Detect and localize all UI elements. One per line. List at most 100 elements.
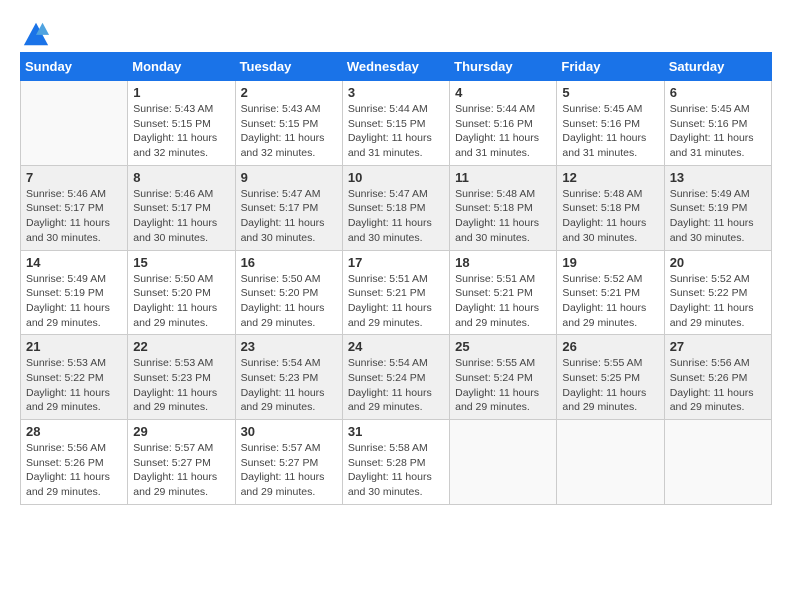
calendar-cell: 16 Sunrise: 5:50 AMSunset: 5:20 PMDayligh… <box>235 250 342 335</box>
day-number: 19 <box>562 255 658 270</box>
calendar-cell <box>450 420 557 505</box>
day-number: 28 <box>26 424 122 439</box>
day-info: Sunrise: 5:48 AMSunset: 5:18 PMDaylight:… <box>455 187 551 246</box>
calendar-cell: 6 Sunrise: 5:45 AMSunset: 5:16 PMDaylight… <box>664 81 771 166</box>
day-number: 26 <box>562 339 658 354</box>
day-info: Sunrise: 5:45 AMSunset: 5:16 PMDaylight:… <box>670 102 766 161</box>
calendar-cell: 12 Sunrise: 5:48 AMSunset: 5:18 PMDayligh… <box>557 165 664 250</box>
day-info: Sunrise: 5:56 AMSunset: 5:26 PMDaylight:… <box>26 441 122 500</box>
day-info: Sunrise: 5:53 AMSunset: 5:23 PMDaylight:… <box>133 356 229 415</box>
day-info: Sunrise: 5:50 AMSunset: 5:20 PMDaylight:… <box>241 272 337 331</box>
calendar-week-row: 28 Sunrise: 5:56 AMSunset: 5:26 PMDayligh… <box>21 420 772 505</box>
day-info: Sunrise: 5:52 AMSunset: 5:22 PMDaylight:… <box>670 272 766 331</box>
weekday-header: Monday <box>128 53 235 81</box>
weekday-header: Wednesday <box>342 53 449 81</box>
day-number: 12 <box>562 170 658 185</box>
calendar-week-row: 1 Sunrise: 5:43 AMSunset: 5:15 PMDaylight… <box>21 81 772 166</box>
calendar-cell: 4 Sunrise: 5:44 AMSunset: 5:16 PMDaylight… <box>450 81 557 166</box>
day-number: 15 <box>133 255 229 270</box>
calendar-cell: 25Sunrise: 5:55 AMSunset: 5:24 PMDayligh… <box>450 335 557 420</box>
calendar-cell: 28 Sunrise: 5:56 AMSunset: 5:26 PMDayligh… <box>21 420 128 505</box>
day-info: Sunrise: 5:45 AMSunset: 5:16 PMDaylight:… <box>562 102 658 161</box>
calendar-cell: 3 Sunrise: 5:44 AMSunset: 5:15 PMDaylight… <box>342 81 449 166</box>
day-info: Sunrise: 5:50 AMSunset: 5:20 PMDaylight:… <box>133 272 229 331</box>
day-number: 31 <box>348 424 444 439</box>
day-info: Sunrise: 5:49 AMSunset: 5:19 PMDaylight:… <box>670 187 766 246</box>
calendar-cell: 7 Sunrise: 5:46 AMSunset: 5:17 PMDaylight… <box>21 165 128 250</box>
day-info: Sunrise: 5:48 AMSunset: 5:18 PMDaylight:… <box>562 187 658 246</box>
day-number: 30 <box>241 424 337 439</box>
calendar-cell <box>557 420 664 505</box>
day-info: Sunrise: 5:43 AMSunset: 5:15 PMDaylight:… <box>133 102 229 161</box>
calendar-cell <box>664 420 771 505</box>
day-number: 20 <box>670 255 766 270</box>
day-info: Sunrise: 5:47 AMSunset: 5:17 PMDaylight:… <box>241 187 337 246</box>
calendar-cell: 20 Sunrise: 5:52 AMSunset: 5:22 PMDayligh… <box>664 250 771 335</box>
calendar-cell: 27 Sunrise: 5:56 AMSunset: 5:26 PMDayligh… <box>664 335 771 420</box>
day-info: Sunrise: 5:55 AMSunset: 5:24 PMDaylight:… <box>455 356 551 415</box>
day-number: 11 <box>455 170 551 185</box>
day-number: 21 <box>26 339 122 354</box>
weekday-header: Sunday <box>21 53 128 81</box>
logo-icon <box>22 20 50 48</box>
day-info: Sunrise: 5:44 AMSunset: 5:16 PMDaylight:… <box>455 102 551 161</box>
calendar-cell: 2 Sunrise: 5:43 AMSunset: 5:15 PMDaylight… <box>235 81 342 166</box>
logo <box>20 20 50 42</box>
day-info: Sunrise: 5:58 AMSunset: 5:28 PMDaylight:… <box>348 441 444 500</box>
day-info: Sunrise: 5:44 AMSunset: 5:15 PMDaylight:… <box>348 102 444 161</box>
calendar-cell: 31 Sunrise: 5:58 AMSunset: 5:28 PMDayligh… <box>342 420 449 505</box>
day-number: 10 <box>348 170 444 185</box>
calendar-week-row: 7 Sunrise: 5:46 AMSunset: 5:17 PMDaylight… <box>21 165 772 250</box>
day-number: 29 <box>133 424 229 439</box>
day-info: Sunrise: 5:51 AMSunset: 5:21 PMDaylight:… <box>455 272 551 331</box>
day-number: 7 <box>26 170 122 185</box>
day-number: 9 <box>241 170 337 185</box>
day-info: Sunrise: 5:52 AMSunset: 5:21 PMDaylight:… <box>562 272 658 331</box>
day-number: 13 <box>670 170 766 185</box>
day-info: Sunrise: 5:54 AMSunset: 5:23 PMDaylight:… <box>241 356 337 415</box>
day-info: Sunrise: 5:51 AMSunset: 5:21 PMDaylight:… <box>348 272 444 331</box>
day-number: 1 <box>133 85 229 100</box>
weekday-header: Friday <box>557 53 664 81</box>
calendar-cell: 8Sunrise: 5:46 AMSunset: 5:17 PMDaylight… <box>128 165 235 250</box>
weekday-header: Tuesday <box>235 53 342 81</box>
day-number: 2 <box>241 85 337 100</box>
day-number: 24 <box>348 339 444 354</box>
day-number: 5 <box>562 85 658 100</box>
day-number: 22 <box>133 339 229 354</box>
day-number: 16 <box>241 255 337 270</box>
calendar-cell: 1 Sunrise: 5:43 AMSunset: 5:15 PMDaylight… <box>128 81 235 166</box>
day-info: Sunrise: 5:46 AMSunset: 5:17 PMDaylight:… <box>26 187 122 246</box>
calendar-cell: 23 Sunrise: 5:54 AMSunset: 5:23 PMDayligh… <box>235 335 342 420</box>
calendar-cell: 5 Sunrise: 5:45 AMSunset: 5:16 PMDaylight… <box>557 81 664 166</box>
day-info: Sunrise: 5:53 AMSunset: 5:22 PMDaylight:… <box>26 356 122 415</box>
day-info: Sunrise: 5:49 AMSunset: 5:19 PMDaylight:… <box>26 272 122 331</box>
calendar-cell: 15 Sunrise: 5:50 AMSunset: 5:20 PMDayligh… <box>128 250 235 335</box>
day-info: Sunrise: 5:56 AMSunset: 5:26 PMDaylight:… <box>670 356 766 415</box>
calendar-cell: 14 Sunrise: 5:49 AMSunset: 5:19 PMDayligh… <box>21 250 128 335</box>
day-info: Sunrise: 5:47 AMSunset: 5:18 PMDaylight:… <box>348 187 444 246</box>
day-number: 3 <box>348 85 444 100</box>
calendar-cell: 17 Sunrise: 5:51 AMSunset: 5:21 PMDayligh… <box>342 250 449 335</box>
day-number: 27 <box>670 339 766 354</box>
calendar-header-row: SundayMondayTuesdayWednesdayThursdayFrid… <box>21 53 772 81</box>
day-info: Sunrise: 5:57 AMSunset: 5:27 PMDaylight:… <box>133 441 229 500</box>
day-number: 4 <box>455 85 551 100</box>
calendar-week-row: 14 Sunrise: 5:49 AMSunset: 5:19 PMDayligh… <box>21 250 772 335</box>
calendar-cell: 21 Sunrise: 5:53 AMSunset: 5:22 PMDayligh… <box>21 335 128 420</box>
calendar-cell: 10 Sunrise: 5:47 AMSunset: 5:18 PMDayligh… <box>342 165 449 250</box>
day-info: Sunrise: 5:43 AMSunset: 5:15 PMDaylight:… <box>241 102 337 161</box>
day-number: 6 <box>670 85 766 100</box>
day-number: 23 <box>241 339 337 354</box>
day-number: 8 <box>133 170 229 185</box>
calendar-cell: 26Sunrise: 5:55 AMSunset: 5:25 PMDayligh… <box>557 335 664 420</box>
calendar-cell: 24 Sunrise: 5:54 AMSunset: 5:24 PMDayligh… <box>342 335 449 420</box>
calendar-table: SundayMondayTuesdayWednesdayThursdayFrid… <box>20 52 772 505</box>
day-number: 14 <box>26 255 122 270</box>
day-info: Sunrise: 5:54 AMSunset: 5:24 PMDaylight:… <box>348 356 444 415</box>
day-number: 17 <box>348 255 444 270</box>
calendar-week-row: 21 Sunrise: 5:53 AMSunset: 5:22 PMDayligh… <box>21 335 772 420</box>
calendar-cell: 19 Sunrise: 5:52 AMSunset: 5:21 PMDayligh… <box>557 250 664 335</box>
calendar-cell: 13 Sunrise: 5:49 AMSunset: 5:19 PMDayligh… <box>664 165 771 250</box>
day-number: 18 <box>455 255 551 270</box>
